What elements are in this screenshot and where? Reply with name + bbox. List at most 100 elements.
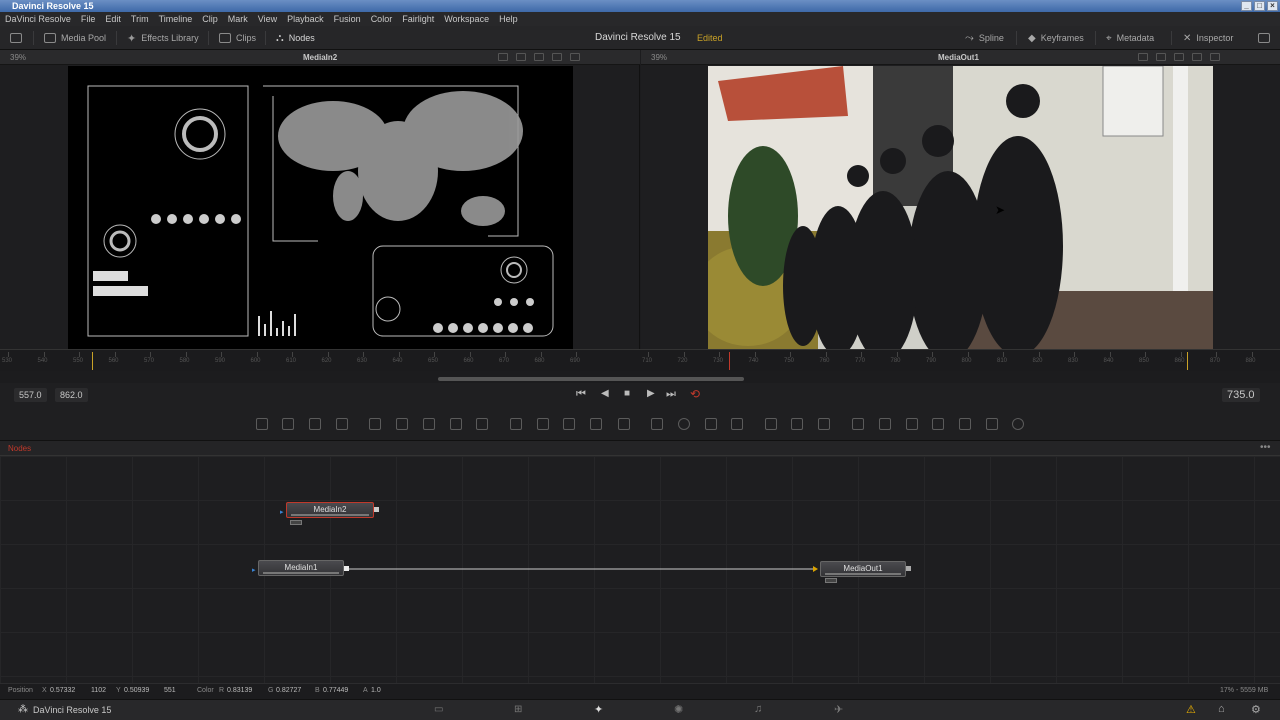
menu-trim[interactable]: Trim [131,14,149,24]
camera3d-icon[interactable] [932,418,944,430]
menu-edit[interactable]: Edit [105,14,121,24]
fastnoise-tool-icon[interactable] [282,418,294,430]
input-port-icon[interactable]: ▸ [252,566,257,574]
hue-curves-icon[interactable] [423,418,435,430]
input-port-icon[interactable]: ▸ [280,508,285,516]
media-pool-button[interactable]: Media Pool [44,26,106,50]
transform-tool-icon[interactable] [590,418,602,430]
menu-color[interactable]: Color [371,14,393,24]
panel-toggle-button[interactable] [10,26,22,50]
fusion-page-icon[interactable]: ✦ [594,703,603,716]
ellipse-mask-icon[interactable] [678,418,690,430]
text-tool-icon[interactable] [309,418,321,430]
minimize-icon[interactable]: _ [1241,1,1252,11]
color-corrector-icon[interactable] [369,418,381,430]
warning-icon[interactable]: ⚠ [1186,703,1196,716]
particle-emitter-icon[interactable] [765,418,777,430]
edit-page-icon[interactable]: ⊞ [514,704,522,715]
output-port-icon[interactable] [906,566,911,571]
more-icon[interactable] [570,53,580,61]
particle-tool-icon[interactable] [818,418,830,430]
left-zoom-select[interactable]: 39% [10,53,26,62]
more-icon[interactable] [1210,53,1220,61]
render-start-field[interactable]: 557.0 [14,388,47,402]
lut-icon[interactable] [534,53,544,61]
go-to-start-icon[interactable]: ⏮ [576,388,586,401]
fullscreen-button[interactable] [1258,26,1270,50]
play-reverse-icon[interactable]: ◀ [601,388,609,399]
view-options-icon[interactable] [498,53,508,61]
background-tool-icon[interactable] [256,418,268,430]
merge3d-icon[interactable] [906,418,918,430]
roi-icon[interactable] [1156,53,1166,61]
light3d-icon[interactable] [986,418,998,430]
brightness-tool-icon[interactable] [450,418,462,430]
menu-help[interactable]: Help [499,14,518,24]
more-options-icon[interactable]: ••• [1260,442,1271,453]
menu-workspace[interactable]: Workspace [444,14,489,24]
node-thumb-toggle[interactable] [825,578,837,583]
menu-playback[interactable]: Playback [287,14,324,24]
deliver-page-icon[interactable]: ✈ [834,703,843,716]
render-end-marker[interactable] [1187,352,1188,370]
channel-icon[interactable] [552,53,562,61]
metadata-button[interactable]: ⌖ Metadata [1106,26,1154,50]
rectangle-mask-icon[interactable] [651,418,663,430]
node-mediain1[interactable]: MediaIn1 [258,560,344,576]
stop-icon[interactable]: ■ [624,388,630,399]
home-icon[interactable]: ⌂ [1218,703,1225,715]
right-viewer[interactable]: ➤ [641,65,1280,349]
resize-tool-icon[interactable] [618,418,630,430]
input-port-icon[interactable] [813,566,818,571]
particle-render-icon[interactable] [791,418,803,430]
effects-library-button[interactable]: ✦ Effects Library [127,26,199,50]
close-icon[interactable]: × [1267,1,1278,11]
inspector-button[interactable]: ✕ Inspector [1183,26,1233,50]
shape3d-icon[interactable] [852,418,864,430]
renderer3d-icon[interactable] [959,418,971,430]
sphere3d-icon[interactable] [1012,418,1024,430]
node-mediain2[interactable]: MediaIn2 [286,502,374,518]
channel-icon[interactable] [1192,53,1202,61]
blur-tool-icon[interactable] [476,418,488,430]
menu-file[interactable]: File [81,14,96,24]
text3d-icon[interactable] [879,418,891,430]
node-editor[interactable]: ▸ MediaIn2 ▸ MediaIn1 MediaOut1 [0,456,1280,683]
node-thumb-toggle[interactable] [290,520,302,525]
merge-tool-icon[interactable] [510,418,522,430]
nodes-button[interactable]: ⛬ Nodes [276,26,315,50]
play-forward-icon[interactable]: ▶ [647,388,655,399]
maximize-icon[interactable]: □ [1254,1,1265,11]
clips-button[interactable]: Clips [219,26,256,50]
render-end-field[interactable]: 862.0 [55,388,88,402]
roi-icon[interactable] [516,53,526,61]
color-page-icon[interactable]: ✺ [674,703,683,716]
right-zoom-select[interactable]: 39% [651,53,667,62]
menu-fairlight[interactable]: Fairlight [402,14,434,24]
current-frame-field[interactable]: 735.0 [1222,388,1260,402]
paint-tool-icon[interactable] [336,418,348,430]
menu-clip[interactable]: Clip [202,14,218,24]
bspline-mask-icon[interactable] [731,418,743,430]
menu-timeline[interactable]: Timeline [159,14,193,24]
view-options-icon[interactable] [1138,53,1148,61]
spline-button[interactable]: ⤳ Spline [965,26,1004,50]
matte-control-icon[interactable] [563,418,575,430]
playhead[interactable] [729,352,730,370]
left-viewer[interactable] [0,65,640,349]
lut-icon[interactable] [1174,53,1184,61]
fairlight-page-icon[interactable]: ♫ [754,703,762,715]
menu-davinci[interactable]: DaVinci Resolve [5,14,71,24]
node-mediaout1[interactable]: MediaOut1 [820,561,906,577]
settings-gear-icon[interactable]: ⚙ [1251,703,1261,716]
menu-mark[interactable]: Mark [228,14,248,24]
output-port-icon[interactable] [374,507,379,512]
timeline-scrollbar[interactable] [438,377,744,381]
render-start-marker[interactable] [92,352,93,370]
time-ruler[interactable]: 530 540 550 560 570 580 590 600 610 620 630 640 650 6… [0,349,1280,371]
channel-booleans-icon[interactable] [537,418,549,430]
keyframes-button[interactable]: ◆ Keyframes [1028,26,1084,50]
go-to-end-icon[interactable]: ⏭ [666,388,676,401]
menu-fusion[interactable]: Fusion [334,14,361,24]
media-page-icon[interactable]: ▭ [434,704,443,715]
